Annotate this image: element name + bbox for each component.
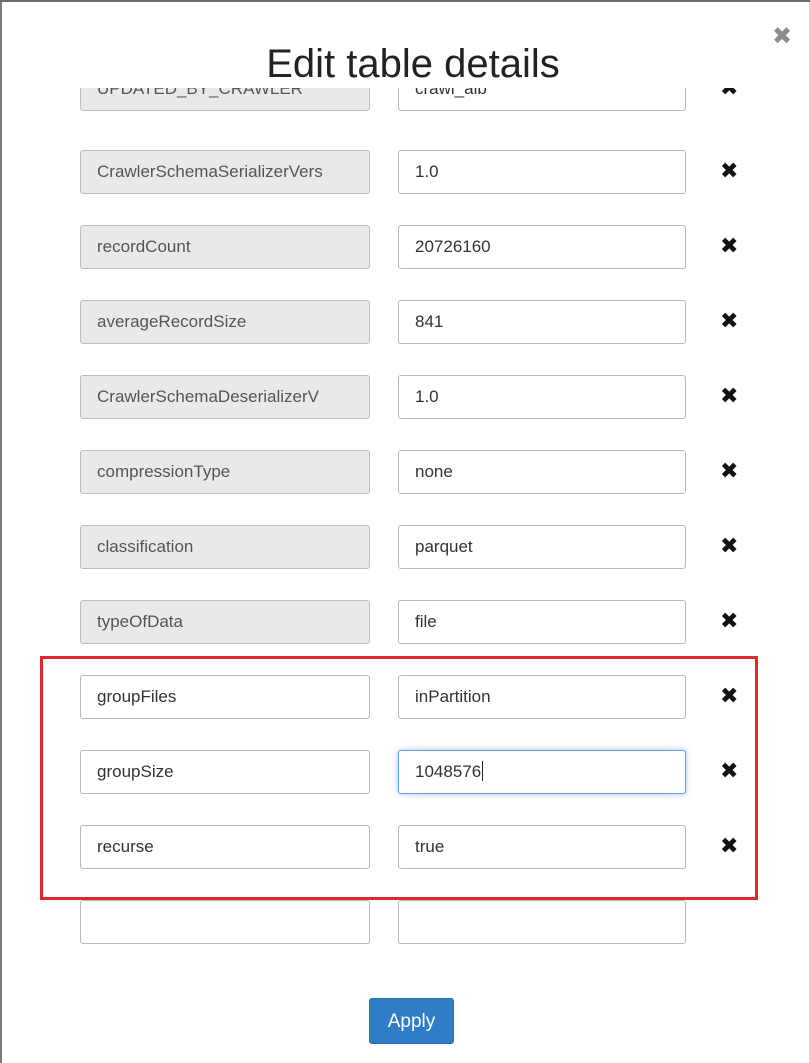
edit-table-details-modal: UPDATED_BY_CRAWLER crawl_alb ✖ CrawlerSc… xyxy=(0,0,810,1063)
property-key-input[interactable]: recurse xyxy=(80,825,370,869)
table-properties-list: UPDATED_BY_CRAWLER crawl_alb ✖ CrawlerSc… xyxy=(0,2,810,1063)
delete-row-icon[interactable]: ✖ xyxy=(720,158,738,186)
property-key-field: recordCount xyxy=(80,225,370,269)
property-row: CrawlerSchemaSerializerVers 1.0 ✖ xyxy=(0,150,810,210)
property-key-input[interactable]: groupSize xyxy=(80,750,370,794)
property-value-text: 1048576 xyxy=(415,762,482,781)
close-icon[interactable]: ✖ xyxy=(772,24,792,48)
modal-title: Edit table details xyxy=(266,42,560,86)
delete-row-icon[interactable]: ✖ xyxy=(720,383,738,411)
property-value-field[interactable]: none xyxy=(398,450,686,494)
delete-row-icon[interactable]: ✖ xyxy=(720,608,738,636)
text-caret xyxy=(482,761,484,782)
property-value-field[interactable]: parquet xyxy=(398,525,686,569)
property-row: recordCount 20726160 ✖ xyxy=(0,225,810,285)
property-row: typeOfData file ✖ xyxy=(0,600,810,660)
property-row: recurse true ✖ xyxy=(0,825,810,885)
property-key-field: classification xyxy=(80,525,370,569)
property-row: CrawlerSchemaDeserializerV 1.0 ✖ xyxy=(0,375,810,435)
property-value-field[interactable]: 1.0 xyxy=(398,150,686,194)
property-row: classification parquet ✖ xyxy=(0,525,810,585)
property-key-field: typeOfData xyxy=(80,600,370,644)
delete-row-icon[interactable]: ✖ xyxy=(720,233,738,261)
property-value-input-focused[interactable]: 1048576 xyxy=(398,750,686,794)
property-row: compressionType none ✖ xyxy=(0,450,810,510)
property-value-field[interactable]: 841 xyxy=(398,300,686,344)
delete-row-icon[interactable]: ✖ xyxy=(720,458,738,486)
property-key-field: compressionType xyxy=(80,450,370,494)
property-row: groupSize 1048576 ✖ xyxy=(0,750,810,810)
new-property-row xyxy=(0,900,810,960)
new-property-value-input[interactable] xyxy=(398,900,686,944)
delete-row-icon[interactable]: ✖ xyxy=(720,683,738,711)
property-key-field: CrawlerSchemaSerializerVers xyxy=(80,150,370,194)
property-value-field[interactable]: 20726160 xyxy=(398,225,686,269)
property-value-input[interactable]: true xyxy=(398,825,686,869)
delete-row-icon[interactable]: ✖ xyxy=(720,758,738,786)
new-property-key-input[interactable] xyxy=(80,900,370,944)
property-row: averageRecordSize 841 ✖ xyxy=(0,300,810,360)
property-key-input[interactable]: groupFiles xyxy=(80,675,370,719)
delete-row-icon[interactable]: ✖ xyxy=(720,308,738,336)
property-key-field: averageRecordSize xyxy=(80,300,370,344)
property-row: groupFiles inPartition ✖ xyxy=(0,675,810,735)
property-value-field[interactable]: file xyxy=(398,600,686,644)
property-value-input[interactable]: inPartition xyxy=(398,675,686,719)
delete-row-icon[interactable]: ✖ xyxy=(720,533,738,561)
property-key-field: CrawlerSchemaDeserializerV xyxy=(80,375,370,419)
property-value-field[interactable]: 1.0 xyxy=(398,375,686,419)
delete-row-icon[interactable]: ✖ xyxy=(720,833,738,861)
